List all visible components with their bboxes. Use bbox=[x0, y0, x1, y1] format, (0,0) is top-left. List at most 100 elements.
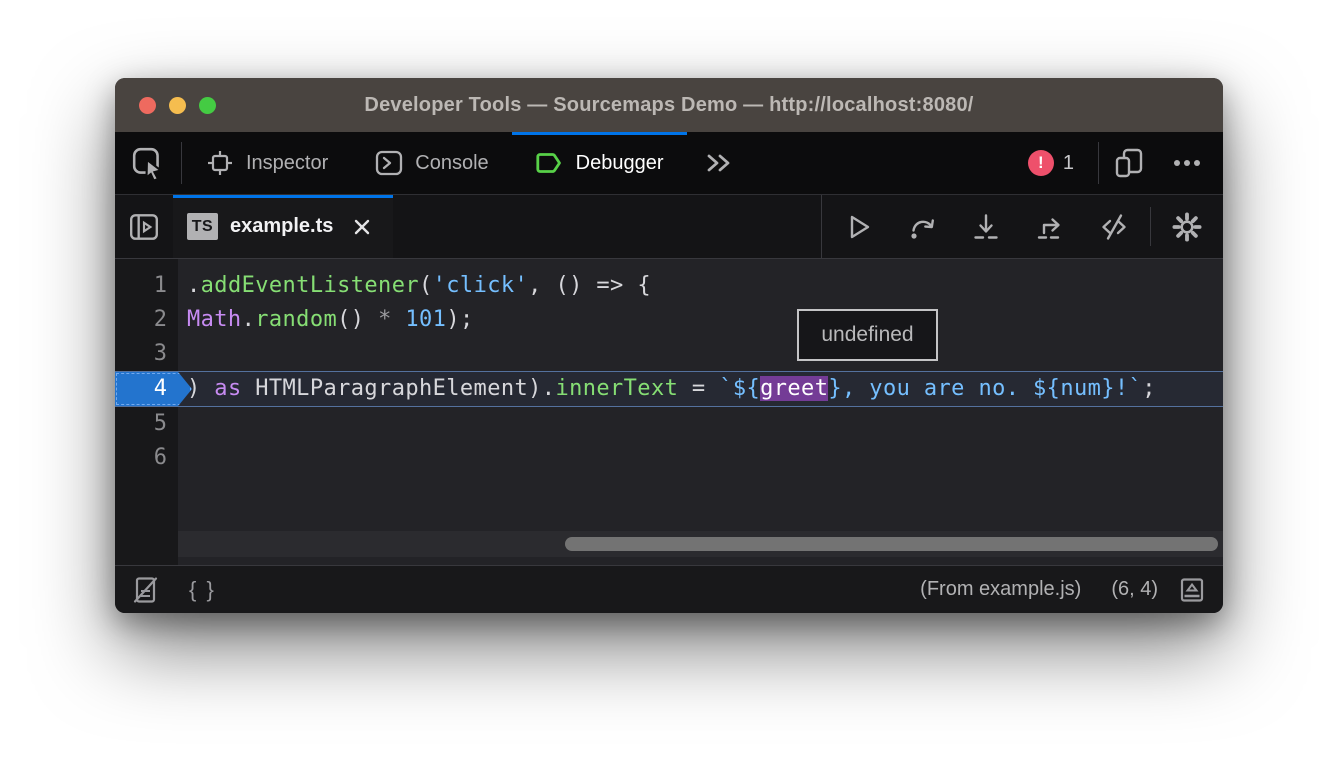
close-tab-icon[interactable] bbox=[351, 216, 373, 238]
source-tab-example-ts[interactable]: TS example.ts bbox=[173, 195, 393, 258]
code-token: `${ bbox=[719, 376, 760, 401]
code-token: ); bbox=[446, 307, 473, 332]
code-token: }, you are no. ${num}!` bbox=[828, 376, 1142, 401]
pretty-print-button[interactable]: { } bbox=[180, 577, 225, 603]
step-over-button[interactable] bbox=[890, 195, 954, 258]
code-lines: 1.addEventListener('click', () => {2Math… bbox=[115, 259, 1223, 475]
blackboxed-source-icon bbox=[131, 575, 161, 605]
code-token: as bbox=[214, 376, 241, 401]
error-badge-icon: ! bbox=[1028, 150, 1054, 176]
sidebar-toggle-icon bbox=[128, 211, 160, 243]
resume-icon bbox=[843, 212, 873, 242]
ignore-source-icon bbox=[1098, 212, 1130, 242]
code-line-text[interactable] bbox=[178, 407, 1223, 441]
step-out-button[interactable] bbox=[1018, 195, 1082, 258]
line-number[interactable]: 2 bbox=[115, 303, 178, 337]
paused-line-number[interactable]: 4 bbox=[115, 372, 192, 406]
editor-statusbar: { } (From example.js) (6, 4) bbox=[115, 565, 1223, 613]
debugger-icon bbox=[535, 148, 565, 178]
cursor-position-label: (6, 4) bbox=[1111, 578, 1158, 601]
code-editor: 1.addEventListener('click', () => {2Math… bbox=[115, 259, 1223, 565]
blackbox-source-footer-button[interactable] bbox=[129, 575, 170, 605]
paused-code-row: 4) as HTMLParagraphElement).innerText = … bbox=[115, 371, 1223, 407]
step-in-button[interactable] bbox=[954, 195, 1018, 258]
line-number[interactable]: 1 bbox=[115, 269, 178, 303]
responsive-design-icon bbox=[1113, 147, 1147, 179]
inspector-icon bbox=[205, 148, 235, 178]
code-row: 1.addEventListener('click', () => { bbox=[115, 269, 1223, 303]
source-tab-row: TS example.ts bbox=[115, 195, 1223, 259]
variable-preview-tooltip: undefined bbox=[797, 309, 938, 361]
chevron-double-right-icon bbox=[701, 148, 735, 178]
code-row: 3 bbox=[115, 337, 1223, 371]
code-token: * bbox=[378, 307, 392, 332]
desktop-background: Developer Tools — Sourcemaps Demo — http… bbox=[0, 0, 1338, 764]
error-count: 1 bbox=[1063, 152, 1074, 175]
debugger-settings-button[interactable] bbox=[1155, 195, 1219, 258]
source-tab-label: example.ts bbox=[230, 215, 333, 238]
tab-inspector[interactable]: Inspector bbox=[182, 132, 351, 194]
code-token: , () => { bbox=[528, 273, 651, 298]
code-line-text[interactable]: ) as HTMLParagraphElement).innerText = `… bbox=[178, 372, 1223, 406]
tab-debugger[interactable]: Debugger bbox=[512, 132, 687, 194]
tab-console[interactable]: Console bbox=[351, 132, 511, 194]
line-number[interactable]: 3 bbox=[115, 337, 178, 371]
mapped-source-label: (From example.js) bbox=[920, 578, 1081, 601]
devtools-toolbar: Inspector Console Debugger bbox=[115, 132, 1223, 195]
window-titlebar[interactable]: Developer Tools — Sourcemaps Demo — http… bbox=[115, 78, 1223, 132]
line-number[interactable]: 6 bbox=[115, 441, 178, 475]
toolbar-spacer bbox=[749, 132, 1018, 194]
code-token: innerText bbox=[555, 376, 678, 401]
code-token: ( bbox=[419, 273, 433, 298]
more-tabs-button[interactable] bbox=[687, 132, 749, 194]
code-token: . bbox=[242, 307, 256, 332]
code-token: Math bbox=[187, 307, 242, 332]
resume-button[interactable] bbox=[826, 195, 890, 258]
zoom-window-button[interactable] bbox=[199, 97, 216, 114]
command-separator bbox=[1150, 207, 1151, 246]
step-out-icon bbox=[1035, 212, 1065, 242]
code-row: 2Math.random() * 101); bbox=[115, 303, 1223, 337]
toggle-sources-panel-button[interactable] bbox=[115, 195, 173, 258]
code-token: () bbox=[337, 307, 378, 332]
code-token: HTMLParagraphElement). bbox=[242, 376, 556, 401]
code-token: . bbox=[187, 273, 201, 298]
horizontal-scrollbar-track[interactable] bbox=[178, 531, 1223, 557]
close-window-button[interactable] bbox=[139, 97, 156, 114]
debug-command-bar bbox=[821, 195, 1223, 258]
code-line-text[interactable] bbox=[178, 441, 1223, 475]
devtools-menu-button[interactable] bbox=[1161, 132, 1223, 194]
code-token: 101 bbox=[405, 307, 446, 332]
code-token bbox=[392, 307, 406, 332]
pick-element-icon bbox=[131, 146, 165, 180]
expand-panes-icon bbox=[1177, 575, 1207, 605]
minimize-window-button[interactable] bbox=[169, 97, 186, 114]
code-token: random bbox=[255, 307, 337, 332]
tab-label: Console bbox=[415, 152, 488, 175]
code-token: ; bbox=[1142, 376, 1156, 401]
code-row: 5 bbox=[115, 407, 1223, 441]
line-number[interactable]: 5 bbox=[115, 407, 178, 441]
code-token: 'click' bbox=[433, 273, 529, 298]
pick-element-button[interactable] bbox=[115, 132, 181, 194]
error-counter[interactable]: ! 1 bbox=[1018, 132, 1084, 194]
highlighted-token: greet bbox=[760, 376, 828, 401]
tab-label: Inspector bbox=[246, 152, 328, 175]
code-token: = bbox=[678, 376, 719, 401]
code-line-text[interactable] bbox=[178, 337, 1223, 371]
horizontal-scrollbar-thumb[interactable] bbox=[565, 537, 1218, 551]
devtools-window: Developer Tools — Sourcemaps Demo — http… bbox=[115, 78, 1223, 613]
typescript-file-icon: TS bbox=[187, 213, 218, 240]
step-in-icon bbox=[971, 212, 1001, 242]
code-line-text[interactable]: Math.random() * 101); bbox=[178, 303, 1223, 337]
traffic-lights bbox=[139, 78, 216, 132]
variable-preview-value: undefined bbox=[821, 323, 913, 347]
code-line-text[interactable]: .addEventListener('click', () => { bbox=[178, 269, 1223, 303]
responsive-design-mode-button[interactable] bbox=[1099, 132, 1161, 194]
console-icon bbox=[374, 148, 404, 178]
window-title: Developer Tools — Sourcemaps Demo — http… bbox=[364, 94, 973, 117]
blackbox-source-button[interactable] bbox=[1082, 195, 1146, 258]
expand-panes-button[interactable] bbox=[1168, 575, 1209, 605]
meatball-menu-icon bbox=[1169, 148, 1205, 178]
gear-icon bbox=[1171, 211, 1203, 243]
